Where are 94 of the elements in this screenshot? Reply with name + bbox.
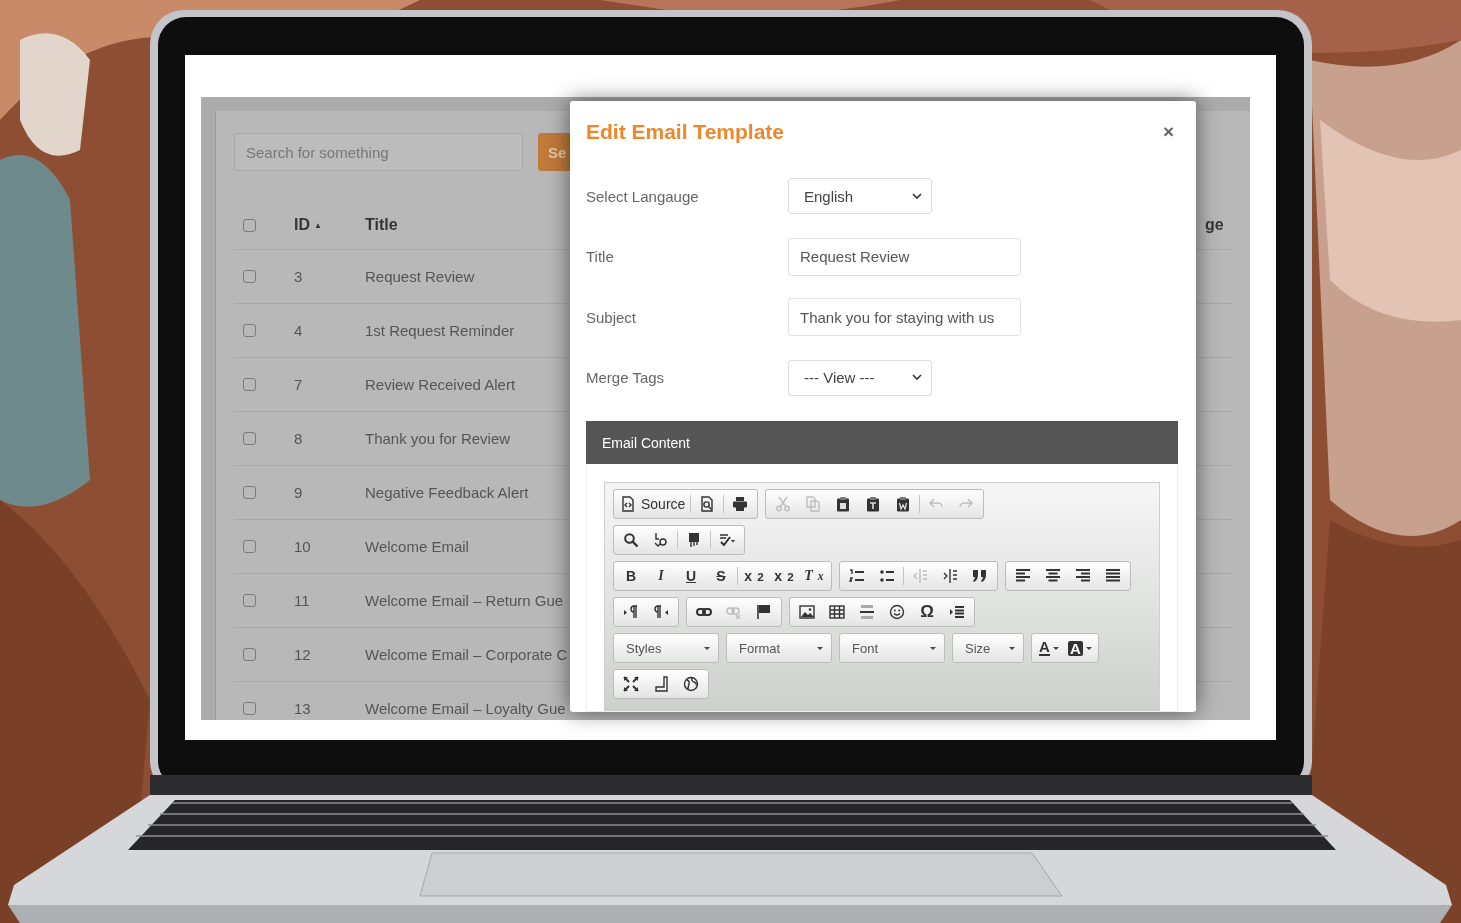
table-cell: 4 <box>294 322 303 339</box>
checkbox[interactable] <box>243 702 256 715</box>
checkbox[interactable] <box>243 540 256 553</box>
input-field[interactable]: Thank you for staying with us <box>788 298 1021 337</box>
table-cell: Welcome Email – Return Gue <box>365 592 564 609</box>
table-cell: 13 <box>294 700 311 717</box>
toolbar-button[interactable]: A <box>1034 635 1064 661</box>
table-cell: 3 <box>294 268 303 285</box>
table-cell: Negative Feedback Alert <box>365 484 529 501</box>
close-button[interactable]: × <box>1158 120 1178 143</box>
table-cell: 9 <box>294 484 303 501</box>
toolbar-button[interactable]: Ω <box>912 599 942 625</box>
spellcheck-icon <box>719 532 735 548</box>
dropdown[interactable]: Size <box>955 635 1021 661</box>
horizontal-line-icon <box>859 604 875 620</box>
table-cell: 11 <box>294 592 310 609</box>
caret-icon <box>817 646 823 650</box>
print-icon <box>732 496 749 512</box>
quote-icon <box>972 568 988 584</box>
field-label: Select Langauge <box>586 187 700 205</box>
checkbox[interactable] <box>243 270 256 283</box>
column-header[interactable]: ge <box>1205 216 1224 234</box>
table-cell: 12 <box>294 646 311 663</box>
table-cell: Request Review <box>365 268 475 285</box>
clipboard-icon <box>835 496 852 512</box>
align-right-icon <box>1075 568 1091 584</box>
toolbar-button[interactable]: S <box>706 563 736 589</box>
chevron-icon <box>912 374 922 382</box>
clipboard-icon <box>895 496 912 512</box>
table-icon <box>829 604 845 620</box>
preview-icon <box>699 496 716 512</box>
caret-icon <box>1009 646 1015 650</box>
section-header: Email Content <box>586 421 1178 464</box>
scissors-icon <box>775 496 792 512</box>
toolbar-button[interactable]: A <box>1064 635 1096 661</box>
justify-icon <box>1105 568 1121 584</box>
toolbar-button[interactable]: B <box>616 563 646 589</box>
checkbox[interactable] <box>243 486 256 499</box>
dialog-title: Edit Email Template <box>586 119 784 144</box>
smiley-icon <box>889 604 905 620</box>
image-icon <box>799 604 815 620</box>
field-label: Subject <box>586 308 638 326</box>
outdent-icon <box>912 568 928 584</box>
replace-icon <box>653 532 669 548</box>
field-label: Merge Tags <box>586 369 666 387</box>
select-field[interactable]: --- View --- <box>788 359 932 396</box>
table-cell: Welcome Email – Corporate C <box>365 646 568 663</box>
table-cell: Review Received Alert <box>365 376 516 393</box>
checkbox[interactable] <box>243 218 256 232</box>
dropdown[interactable]: Font <box>842 635 942 661</box>
select-field[interactable]: English <box>788 178 932 215</box>
paragraph-right-icon <box>623 604 639 620</box>
column-header[interactable]: Title <box>365 216 398 234</box>
table-cell: Welcome Email <box>365 538 469 555</box>
checkbox[interactable] <box>243 432 256 445</box>
paragraph-left-icon <box>653 604 669 620</box>
dropdown[interactable]: Format <box>729 635 829 661</box>
indent-icon <box>942 568 958 584</box>
globe-icon <box>683 676 699 692</box>
flag-icon <box>756 604 772 620</box>
caret-icon <box>1085 646 1092 650</box>
checkbox[interactable] <box>243 378 256 391</box>
table-cell: 7 <box>294 376 303 393</box>
table-cell: Welcome Email – Loyalty Gue <box>365 700 566 717</box>
caret-icon <box>930 646 936 650</box>
checkbox[interactable] <box>243 648 256 661</box>
toolbar-button[interactable]: U <box>676 563 706 589</box>
copy-icon <box>805 496 822 512</box>
numbered-list-icon <box>849 568 865 584</box>
table-cell: 10 <box>294 538 311 555</box>
document-icon <box>620 496 636 512</box>
column-header[interactable]: ID <box>294 216 310 234</box>
caret-icon <box>1052 646 1059 650</box>
unlink-icon <box>726 604 742 620</box>
checkbox[interactable] <box>243 594 256 607</box>
search-icon <box>623 532 639 548</box>
caret-icon <box>704 646 710 650</box>
align-left-icon <box>1015 568 1031 584</box>
checkbox[interactable] <box>243 324 256 337</box>
dropdown[interactable]: Styles <box>616 635 716 661</box>
sort-indicator[interactable]: ▲ <box>314 220 322 230</box>
chevron-icon <box>912 192 922 200</box>
bullet-list-icon <box>879 568 895 584</box>
page-break-icon <box>949 604 965 620</box>
field-label: Title <box>586 248 615 266</box>
table-cell: 1st Request Reminder <box>365 322 515 339</box>
toolbar-button[interactable]: I <box>646 563 676 589</box>
maximize-icon <box>623 676 639 692</box>
input-field[interactable]: Request Review <box>788 237 1021 276</box>
source-button[interactable]: Source <box>616 491 690 517</box>
table-cell: Thank you for Review <box>365 430 511 447</box>
align-center-icon <box>1045 568 1061 584</box>
table-cell: 8 <box>294 430 303 447</box>
clipboard-icon <box>865 496 882 512</box>
